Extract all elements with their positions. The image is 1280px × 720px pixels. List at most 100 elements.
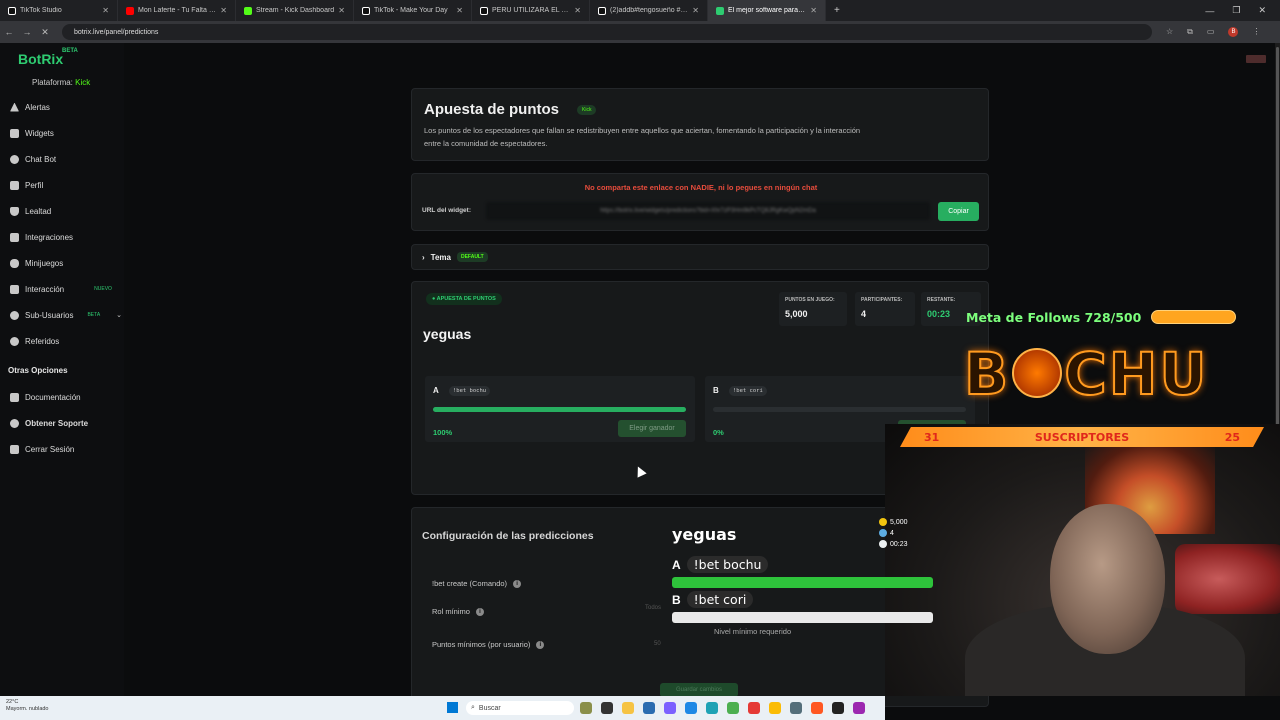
overlay-participants: 4 — [879, 529, 894, 537]
windows-start-icon[interactable] — [447, 702, 458, 713]
page-title: Apuesta de puntos — [424, 101, 560, 118]
close-window-icon[interactable]: ✕ — [1258, 5, 1266, 16]
sidebar-item-interaccion[interactable]: Interacción NUEVO — [10, 282, 122, 296]
id-card-icon — [10, 180, 19, 190]
scrollbar-thumb[interactable] — [1276, 47, 1279, 427]
theme-card[interactable]: › Tema DEFAULT — [411, 244, 989, 270]
browser-actions: ☆ ⧉ ▭ B ⋮ — [1166, 27, 1260, 37]
close-icon[interactable]: ✕ — [102, 6, 109, 15]
close-icon[interactable]: ✕ — [220, 6, 227, 15]
choose-winner-button[interactable]: Elegir ganador — [618, 420, 686, 437]
plug-icon — [10, 232, 19, 242]
overlay-option-letter: B — [672, 592, 681, 607]
sidebar-item-minijuegos[interactable]: Minijuegos — [10, 256, 122, 270]
tab-tiktok-studio[interactable]: TikTok Studio ✕ — [0, 0, 118, 21]
option-command: !bet cori — [729, 386, 767, 396]
config-row-points: Puntos mínimos (por usuario) i — [432, 640, 545, 649]
close-icon[interactable]: ✕ — [574, 6, 581, 15]
sidebar-item-sub-usuarios[interactable]: Sub-Usuarios BETA ⌄ — [10, 308, 122, 322]
sidebar-item-widgets[interactable]: Widgets — [10, 126, 122, 140]
points-input[interactable]: 50 — [654, 641, 661, 647]
close-icon[interactable]: ✕ — [338, 6, 345, 15]
prediction-pill-label: APUESTA DE PUNTOS — [436, 296, 496, 302]
info-icon[interactable]: i — [513, 579, 522, 588]
search-icon: ⌕ — [471, 704, 475, 711]
reload-icon[interactable]: ✕ — [36, 27, 54, 38]
weather-desc: Mayorm. nublado — [6, 706, 49, 712]
widget-url-field[interactable]: https://botrix.live/widgets/predictions?… — [486, 202, 930, 220]
brand-logo[interactable]: BotRix BETA — [18, 48, 78, 67]
app-icon[interactable] — [664, 702, 676, 714]
sidepanel-icon[interactable]: ▭ — [1207, 27, 1215, 37]
info-icon[interactable]: i — [536, 640, 545, 649]
back-icon[interactable]: ← — [0, 27, 18, 37]
forward-icon[interactable]: → — [18, 27, 36, 37]
chevron-down-icon[interactable]: ⌄ — [116, 311, 122, 319]
copy-button[interactable]: Copiar — [938, 202, 979, 221]
tab-kick-dashboard[interactable]: Stream - Kick Dashboard ✕ — [236, 0, 354, 21]
save-button[interactable]: Guardar cambios — [660, 683, 738, 697]
file-explorer-icon[interactable] — [622, 702, 634, 714]
weather-temp: 22°C — [6, 699, 19, 705]
app-icon[interactable] — [853, 702, 865, 714]
bookmark-star-icon[interactable]: ☆ — [1166, 27, 1173, 37]
sidebar-item-documentacion[interactable]: Documentación — [10, 390, 122, 404]
close-icon[interactable]: ✕ — [456, 6, 463, 15]
tab-botrix[interactable]: El mejor software para potencia ✕ — [708, 0, 826, 21]
taskbar-app-icon[interactable] — [580, 702, 592, 714]
app-icon[interactable] — [727, 702, 739, 714]
app-icon[interactable] — [811, 702, 823, 714]
opera-icon[interactable] — [748, 702, 760, 714]
new-tab-button[interactable]: + — [826, 5, 848, 16]
sidebar-item-lealtad[interactable]: Lealtad — [10, 204, 122, 218]
sidebar-item-referidos[interactable]: Referidos — [10, 334, 122, 348]
url-field[interactable]: botrix.live/panel/predictions — [62, 24, 1152, 40]
users-icon — [879, 529, 887, 537]
sidebar-item-perfil[interactable]: Perfil — [10, 178, 122, 192]
tab-peru[interactable]: PERÚ UTILIZARÁ EL DINERO D ✕ — [472, 0, 590, 21]
taskbar-apps — [580, 702, 865, 714]
taskview-icon[interactable] — [601, 702, 613, 714]
warning-icon — [10, 102, 19, 112]
info-icon[interactable]: i — [475, 607, 484, 616]
store-icon[interactable] — [643, 702, 655, 714]
sidebar-item-integraciones[interactable]: Integraciones — [10, 230, 122, 244]
extensions-icon[interactable]: ⧉ — [1187, 27, 1193, 37]
rol-select[interactable]: Todos — [645, 605, 661, 611]
address-bar: ← → ✕ botrix.live/panel/predictions ☆ ⧉ … — [0, 21, 1280, 43]
grid-icon — [10, 128, 19, 138]
chrome-icon[interactable] — [769, 702, 781, 714]
sidebar-item-cerrar-sesion[interactable]: Cerrar Sesión — [10, 442, 122, 456]
sidebar-item-chatbot[interactable]: Chat Bot — [10, 152, 122, 166]
tab-tiktok[interactable]: TikTok - Make Your Day ✕ — [354, 0, 472, 21]
robot-icon — [10, 154, 19, 164]
language-flag-icon[interactable] — [1246, 55, 1266, 63]
browser-tabbar: TikTok Studio ✕ Mon Laferte - Tu Falta De… — [0, 0, 1280, 21]
sidebar-item-label: Documentación — [25, 392, 81, 402]
app-icon[interactable] — [790, 702, 802, 714]
weather-widget[interactable]: 22°C Mayorm. nublado — [6, 699, 49, 713]
theme-toggle[interactable]: › Tema DEFAULT — [422, 252, 488, 262]
overlay-participants-value: 4 — [890, 529, 894, 537]
minimize-icon[interactable]: — — [1205, 6, 1214, 16]
app-icon[interactable] — [832, 702, 844, 714]
maximize-icon[interactable]: ❐ — [1232, 5, 1240, 16]
windows-taskbar: 22°C Mayorm. nublado ⌕ Buscar — [0, 696, 885, 720]
mail-icon[interactable] — [685, 702, 697, 714]
stat-value: 4 — [861, 309, 867, 319]
sidebar-item-soporte[interactable]: Obtener Soporte — [10, 416, 122, 430]
close-icon[interactable]: ✕ — [810, 6, 817, 15]
menu-icon[interactable]: ⋮ — [1252, 27, 1260, 37]
overlay-option-a-bar — [672, 577, 933, 588]
option-progress-fill — [433, 407, 686, 412]
close-icon[interactable]: ✕ — [692, 6, 699, 15]
tab-addb[interactable]: (2)addb#tengosueño #paratiiii✕ — [590, 0, 708, 21]
option-letter: A — [433, 386, 439, 395]
config-row-rol: Rol mínimo i — [432, 607, 484, 616]
edge-icon[interactable] — [706, 702, 718, 714]
sidebar-item-alertas[interactable]: Alertas — [10, 100, 122, 114]
taskbar-search[interactable]: ⌕ Buscar — [466, 701, 574, 715]
sidebar-item-label: Lealtad — [25, 206, 52, 216]
profile-avatar[interactable]: B — [1228, 27, 1239, 37]
tab-youtube[interactable]: Mon Laferte - Tu Falta De Q ✕ — [118, 0, 236, 21]
